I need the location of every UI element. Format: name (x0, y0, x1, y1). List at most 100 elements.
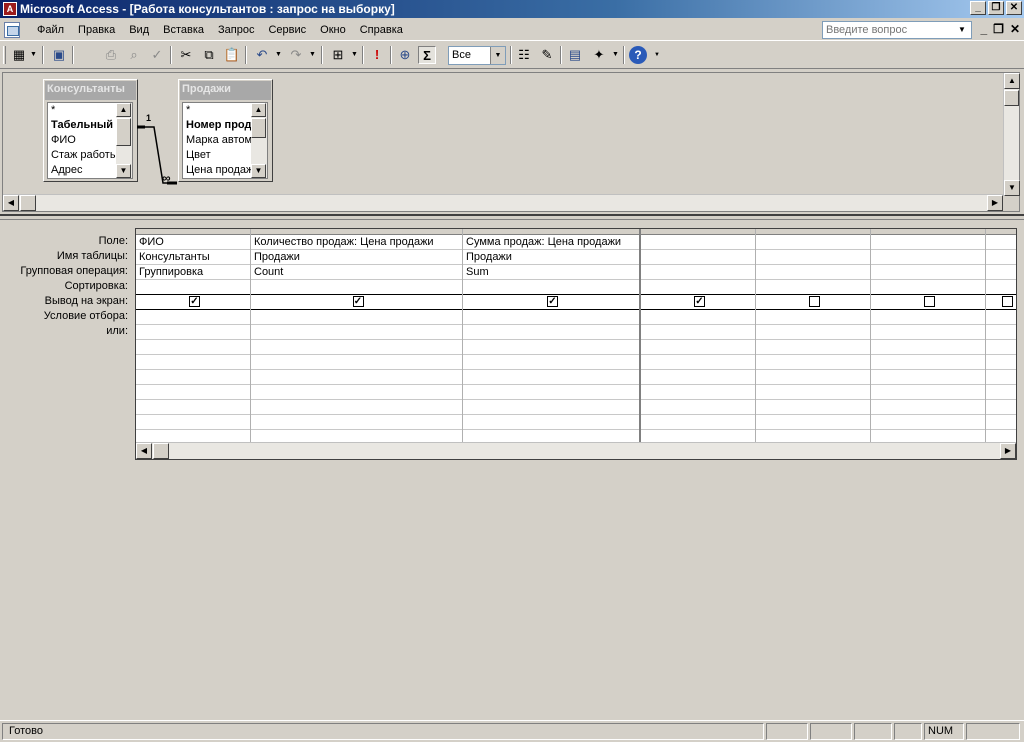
paste-icon[interactable]: 📋 (223, 46, 241, 64)
total-cell[interactable] (986, 265, 1016, 280)
empty-criteria-cell[interactable] (463, 385, 639, 400)
sort-cell[interactable] (136, 280, 250, 295)
grid-column[interactable] (871, 229, 986, 445)
scroll-right-icon[interactable]: ▶ (987, 195, 1003, 211)
field-cell[interactable]: ФИО (136, 235, 250, 250)
empty-criteria-cell[interactable] (136, 400, 250, 415)
show-checkbox[interactable]: ✓ (352, 296, 364, 307)
scroll-left-icon[interactable]: ◀ (3, 195, 19, 211)
field-cell[interactable] (641, 235, 755, 250)
sort-cell[interactable] (641, 280, 755, 295)
criteria-cell[interactable] (136, 310, 250, 325)
help-icon[interactable]: ? (629, 46, 647, 64)
menu-item-3[interactable]: Вставка (156, 23, 211, 38)
table-cell[interactable] (986, 250, 1016, 265)
query-design-grid[interactable]: ✓ Сумма продаж: Цена продажи Продажи Sum ✓ Ко… (135, 228, 1017, 460)
diagram-vertical-scrollbar[interactable]: ▲ ▼ (1003, 73, 1020, 196)
query-document-icon[interactable] (4, 22, 20, 38)
empty-criteria-cell[interactable] (756, 370, 870, 385)
menu-item-0[interactable]: Файл (30, 23, 71, 38)
field-cell[interactable] (986, 235, 1016, 250)
empty-criteria-cell[interactable] (136, 385, 250, 400)
totals-icon[interactable]: Σ (418, 46, 436, 64)
empty-criteria-cell[interactable] (463, 370, 639, 385)
criteria-cell[interactable] (463, 310, 639, 325)
show-checkbox[interactable] (924, 296, 935, 307)
database-window-icon[interactable]: ▤ (566, 46, 584, 64)
table-cell[interactable]: Продажи (463, 250, 639, 265)
menu-item-6[interactable]: Окно (313, 23, 353, 38)
scroll-down-icon[interactable]: ▼ (1004, 180, 1020, 196)
new-object-dropdown-icon[interactable]: ▼ (612, 47, 620, 63)
empty-criteria-cell[interactable] (986, 385, 1016, 400)
empty-criteria-cell[interactable] (871, 415, 985, 430)
empty-criteria-cell[interactable] (136, 415, 250, 430)
empty-criteria-cell[interactable] (251, 385, 462, 400)
table-cell[interactable]: Продажи (251, 250, 462, 265)
empty-criteria-cell[interactable] (463, 415, 639, 430)
sort-cell[interactable] (463, 280, 639, 295)
menu-item-4[interactable]: Запрос (211, 23, 261, 38)
empty-criteria-cell[interactable] (986, 415, 1016, 430)
grid-column[interactable]: ✓ (641, 229, 756, 445)
build-icon[interactable]: ✎ (538, 46, 556, 64)
grid-column[interactable]: ФИО Консультанты Группировка ✓ (136, 229, 251, 445)
empty-criteria-cell[interactable] (641, 415, 755, 430)
or-cell[interactable] (251, 325, 462, 340)
total-cell[interactable] (641, 265, 755, 280)
empty-criteria-cell[interactable] (756, 340, 870, 355)
scroll-up-icon[interactable]: ▲ (1004, 73, 1020, 89)
grid-column[interactable] (756, 229, 871, 445)
properties-icon[interactable]: ☷ (515, 46, 533, 64)
query-type-icon[interactable]: ⊞ (329, 46, 347, 64)
table-cell[interactable]: Консультанты (136, 250, 250, 265)
new-object-icon[interactable]: ✦ (590, 46, 608, 64)
help-question-input[interactable] (822, 21, 972, 39)
run-icon[interactable]: ! (368, 46, 386, 64)
table-diagram-pane[interactable]: Консультанты *Табельный номерФИОСтаж раб… (2, 72, 1020, 212)
menu-item-5[interactable]: Сервис (261, 23, 313, 38)
total-cell[interactable]: Группировка (136, 265, 250, 280)
help-dropdown-icon[interactable]: ▼ (958, 25, 966, 34)
sort-cell[interactable] (986, 280, 1016, 295)
empty-criteria-cell[interactable] (136, 370, 250, 385)
restore-button[interactable]: ❐ (988, 1, 1004, 15)
copy-icon[interactable]: ⧉ (200, 46, 218, 64)
table-cell[interactable] (871, 250, 985, 265)
or-cell[interactable] (136, 325, 250, 340)
total-cell[interactable]: Count (251, 265, 462, 280)
criteria-cell[interactable] (756, 310, 870, 325)
empty-criteria-cell[interactable] (641, 400, 755, 415)
field-cell[interactable]: Сумма продаж: Цена продажи (463, 235, 639, 250)
grid-column[interactable]: Сумма продаж: Цена продажи Продажи Sum ✓ (463, 229, 641, 445)
menu-item-1[interactable]: Правка (71, 23, 122, 38)
access-app-icon[interactable]: A (3, 2, 17, 16)
mdi-minimize-button[interactable]: _ (980, 22, 987, 36)
empty-criteria-cell[interactable] (251, 415, 462, 430)
empty-criteria-cell[interactable] (463, 400, 639, 415)
field-cell[interactable] (871, 235, 985, 250)
grid-horizontal-scrollbar[interactable]: ◀ ▶ (136, 442, 1016, 459)
menu-item-7[interactable]: Справка (353, 23, 410, 38)
top-values-dropdown-icon[interactable]: ▼ (490, 47, 505, 64)
empty-criteria-cell[interactable] (136, 340, 250, 355)
empty-criteria-cell[interactable] (871, 370, 985, 385)
empty-criteria-cell[interactable] (251, 340, 462, 355)
show-checkbox[interactable]: ✓ (694, 296, 705, 307)
empty-criteria-cell[interactable] (986, 400, 1016, 415)
empty-criteria-cell[interactable] (871, 385, 985, 400)
view-dropdown-icon[interactable]: ▼ (30, 47, 38, 63)
query-type-dropdown-icon[interactable]: ▼ (351, 47, 359, 63)
print-icon[interactable]: ⎙ (102, 46, 120, 64)
toolbar-options-icon[interactable]: ▼ (654, 47, 662, 63)
or-cell[interactable] (871, 325, 985, 340)
show-checkbox[interactable]: ✓ (189, 296, 200, 307)
field-cell[interactable] (756, 235, 870, 250)
undo-dropdown-icon[interactable]: ▼ (275, 47, 283, 63)
empty-criteria-cell[interactable] (251, 370, 462, 385)
mdi-close-button[interactable]: ✕ (1010, 22, 1020, 36)
empty-criteria-cell[interactable] (986, 355, 1016, 370)
diagram-horizontal-scrollbar[interactable]: ◀ ▶ (3, 194, 1003, 211)
empty-criteria-cell[interactable] (756, 400, 870, 415)
or-cell[interactable] (463, 325, 639, 340)
